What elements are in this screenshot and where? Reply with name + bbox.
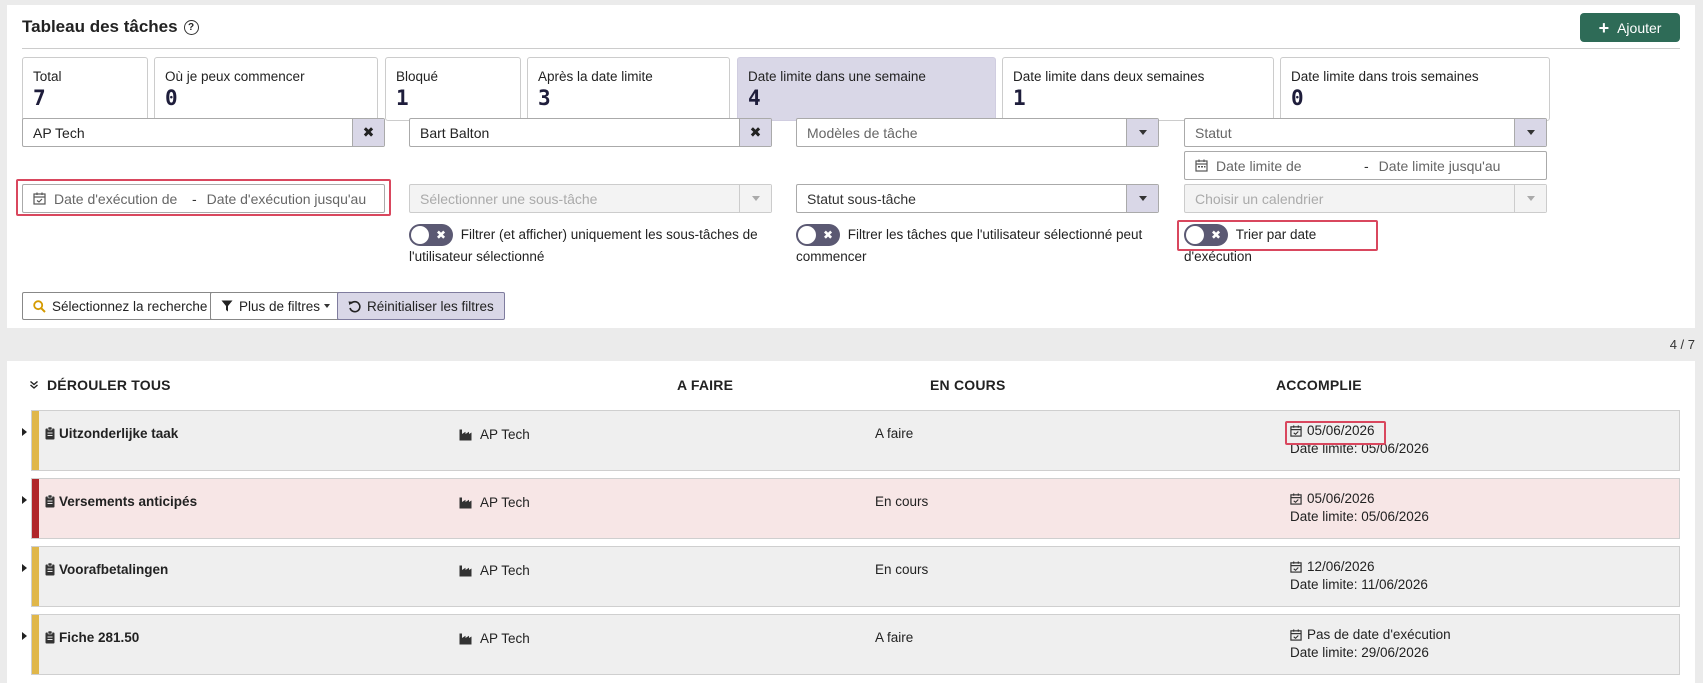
task-models-select[interactable]: Modèles de tâche — [796, 118, 1159, 147]
industry-icon — [459, 565, 472, 576]
user-select[interactable]: Bart Balton ✖ — [409, 118, 772, 147]
clipboard-icon — [45, 563, 55, 576]
add-button[interactable]: + Ajouter — [1580, 13, 1680, 42]
chevron-down-icon[interactable] — [1514, 119, 1546, 146]
card-can-start[interactable]: Où je peux commencer 0 — [154, 57, 378, 121]
task-dates: Pas de date d'exécution Date limite: 29/0… — [1290, 626, 1451, 662]
task-row[interactable]: Voorafbetalingen AP Tech En cours 12/06/202… — [22, 546, 1680, 607]
task-status: En cours — [875, 494, 929, 509]
exec-date-highlight-box — [1285, 421, 1386, 445]
caret-down-icon — [324, 304, 331, 308]
calendar-check-icon — [1290, 493, 1302, 505]
task-name[interactable]: Voorafbetalingen — [45, 562, 168, 577]
card-due-three-weeks[interactable]: Date limite dans trois semaines 0 — [1280, 57, 1550, 121]
select-search-button[interactable]: Sélectionnez la recherche — [22, 292, 229, 320]
task-row[interactable]: Uitzonderlijke taak AP Tech A faire 05/06/2… — [22, 410, 1680, 471]
toggle-sort-exec-row: ✖ Trier par date d'exécution — [1184, 224, 1384, 267]
task-name[interactable]: Versements anticipés — [45, 494, 197, 509]
priority-bar — [32, 411, 39, 470]
task-status: A faire — [875, 426, 914, 441]
card-total[interactable]: Total 7 — [22, 57, 148, 121]
calendar-select: Choisir un calendrier — [1184, 184, 1547, 213]
task-row[interactable]: Versements anticipés AP Tech En cours 05/06… — [22, 478, 1680, 539]
chevron-down-icon — [739, 185, 771, 212]
due-date: Date limite: 11/06/2026 — [1290, 577, 1428, 592]
chevron-down-icon[interactable] — [1126, 185, 1158, 212]
question-circle-icon[interactable]: ? — [183, 19, 199, 35]
toggle-subtasks-only-row: ✖ Filtrer (et afficher) uniquement les s… — [409, 224, 769, 267]
chevron-down-icon[interactable] — [1126, 119, 1158, 146]
clear-user-icon[interactable]: ✖ — [739, 119, 771, 146]
task-name[interactable]: Uitzonderlijke taak — [45, 426, 178, 441]
task-company: AP Tech — [459, 631, 530, 646]
clipboard-icon — [45, 631, 55, 644]
column-done: ACCOMPLIE — [1276, 377, 1362, 393]
can-start-toggle[interactable]: ✖ — [796, 224, 840, 247]
clear-company-icon[interactable]: ✖ — [352, 119, 384, 146]
filter-icon — [221, 300, 233, 312]
sort-exec-toggle[interactable]: ✖ — [1184, 224, 1228, 247]
calendar-check-icon — [33, 192, 46, 205]
task-company: AP Tech — [459, 427, 530, 442]
industry-icon — [459, 497, 472, 508]
card-blocked[interactable]: Bloqué 1 — [385, 57, 521, 121]
status-select[interactable]: Statut — [1184, 118, 1547, 147]
due-date-from[interactable]: Date limite de — [1216, 158, 1354, 174]
chevron-down-icon — [1514, 185, 1546, 212]
priority-bar — [32, 479, 39, 538]
task-name[interactable]: Fiche 281.50 — [45, 630, 139, 645]
title-divider — [22, 48, 1680, 49]
expand-caret-icon[interactable] — [22, 428, 27, 436]
page-title: Tableau des tâches ? — [22, 17, 199, 37]
task-dates: 12/06/2026 Date limite: 11/06/2026 — [1290, 558, 1428, 594]
expand-caret-icon[interactable] — [22, 632, 27, 640]
card-overdue[interactable]: Après la date limite 3 — [527, 57, 730, 121]
task-status: A faire — [875, 630, 914, 645]
task-company: AP Tech — [459, 563, 530, 578]
task-status: En cours — [875, 562, 929, 577]
exec-date-to[interactable]: Date d'exécution jusqu'au — [207, 191, 366, 207]
more-filters-button[interactable]: Plus de filtres — [210, 292, 342, 320]
task-company: AP Tech — [459, 495, 530, 510]
task-row[interactable]: Fiche 281.50 AP Tech A faire Pas de date d'… — [22, 614, 1680, 675]
exec-date-range[interactable]: Date d'exécution de - Date d'exécution j… — [22, 184, 385, 213]
due-date: Date limite: 29/06/2026 — [1290, 645, 1429, 660]
exec-date: 12/06/2026 — [1307, 559, 1375, 574]
expand-all-button[interactable]: DÉROULER TOUS — [29, 377, 171, 393]
calendar-check-icon — [1290, 629, 1302, 641]
calendar-check-icon — [1290, 561, 1302, 573]
exec-date: Pas de date d'exécution — [1307, 627, 1451, 642]
industry-icon — [459, 429, 472, 440]
due-date: Date limite: 05/06/2026 — [1290, 509, 1429, 524]
exec-date-from[interactable]: Date d'exécution de — [54, 191, 182, 207]
priority-bar — [32, 547, 39, 606]
subtasks-only-toggle[interactable]: ✖ — [409, 224, 453, 247]
toggle-can-start-row: ✖ Filtrer les tâches que l'utilisateur s… — [796, 224, 1146, 267]
exec-date: 05/06/2026 — [1307, 491, 1375, 506]
due-date-to[interactable]: Date limite jusqu'au — [1379, 158, 1501, 174]
column-todo: A FAIRE — [677, 377, 734, 393]
filters-panel: Tableau des tâches ? + Ajouter Total 7 O… — [7, 5, 1695, 328]
task-dates: 05/06/2026 Date limite: 05/06/2026 — [1290, 490, 1429, 526]
calendar-icon — [1195, 159, 1208, 172]
clipboard-icon — [45, 427, 55, 440]
expand-caret-icon[interactable] — [22, 496, 27, 504]
double-chevron-down-icon — [30, 380, 38, 389]
subtask-select: Sélectionner une sous-tâche — [409, 184, 772, 213]
reset-filters-button[interactable]: Réinitialiser les filtres — [337, 292, 505, 320]
card-due-two-weeks[interactable]: Date limite dans deux semaines 1 — [1002, 57, 1274, 121]
company-select[interactable]: AP Tech ✖ — [22, 118, 385, 147]
search-icon — [33, 299, 46, 313]
expand-caret-icon[interactable] — [22, 564, 27, 572]
subtask-status-select[interactable]: Statut sous-tâche — [796, 184, 1159, 213]
clipboard-icon — [45, 495, 55, 508]
priority-bar — [32, 615, 39, 674]
plus-icon: + — [1598, 17, 1610, 38]
column-in-progress: EN COURS — [930, 377, 1006, 393]
card-due-one-week[interactable]: Date limite dans une semaine 4 — [737, 57, 996, 121]
undo-icon — [348, 300, 361, 312]
due-date-range[interactable]: Date limite de - Date limite jusqu'au — [1184, 151, 1547, 180]
industry-icon — [459, 633, 472, 644]
results-counter: 4 / 7 — [1669, 337, 1695, 352]
